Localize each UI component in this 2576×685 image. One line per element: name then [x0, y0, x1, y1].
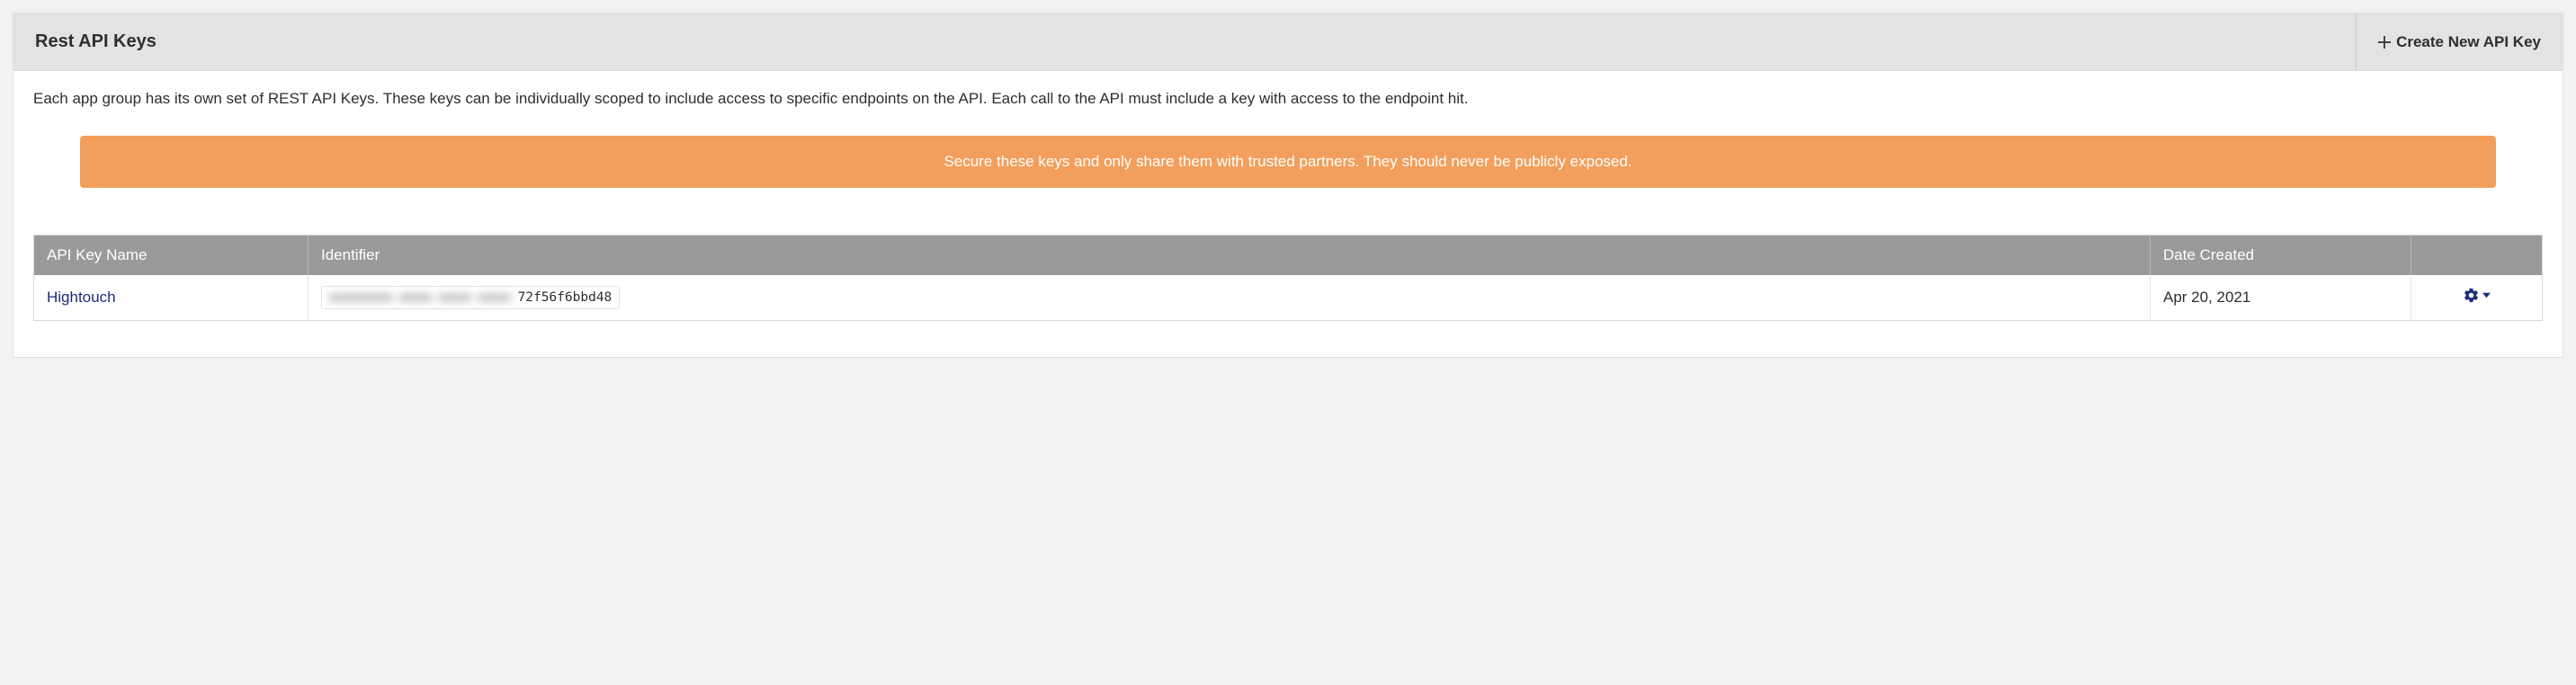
identifier-hidden-part: xxxxxxxx-xxxx-xxxx-xxxx- [329, 290, 518, 305]
plus-icon [2378, 36, 2391, 49]
identifier-visible-part: 72f56f6bbd48 [518, 290, 613, 305]
api-keys-table: API Key Name Identifier Date Created Hig… [33, 235, 2543, 321]
api-keys-panel: Rest API Keys Create New API Key Each ap… [13, 13, 2563, 358]
caret-down-icon [2482, 291, 2491, 299]
panel-body: Each app group has its own set of REST A… [13, 71, 2563, 357]
panel-title: Rest API Keys [13, 13, 178, 70]
col-header-date: Date Created [2151, 236, 2411, 275]
panel-header: Rest API Keys Create New API Key [13, 13, 2563, 71]
col-header-identifier: Identifier [309, 236, 2151, 275]
create-api-key-label: Create New API Key [2396, 33, 2541, 51]
description-text: Each app group has its own set of REST A… [33, 87, 2543, 111]
security-warning-banner: Secure these keys and only share them wi… [80, 136, 2496, 188]
col-header-name: API Key Name [34, 236, 309, 275]
create-api-key-button[interactable]: Create New API Key [2356, 13, 2563, 70]
table-header-row: API Key Name Identifier Date Created [34, 236, 2542, 275]
api-key-date: Apr 20, 2021 [2163, 289, 2250, 306]
gear-icon [2463, 287, 2480, 304]
row-actions-menu[interactable] [2463, 287, 2491, 304]
col-header-actions [2411, 236, 2542, 275]
api-key-identifier: xxxxxxxx-xxxx-xxxx-xxxx-72f56f6bbd48 [321, 286, 620, 309]
table-row: Hightouch xxxxxxxx-xxxx-xxxx-xxxx-72f56f… [34, 275, 2542, 320]
api-key-name-link[interactable]: Hightouch [47, 289, 116, 306]
